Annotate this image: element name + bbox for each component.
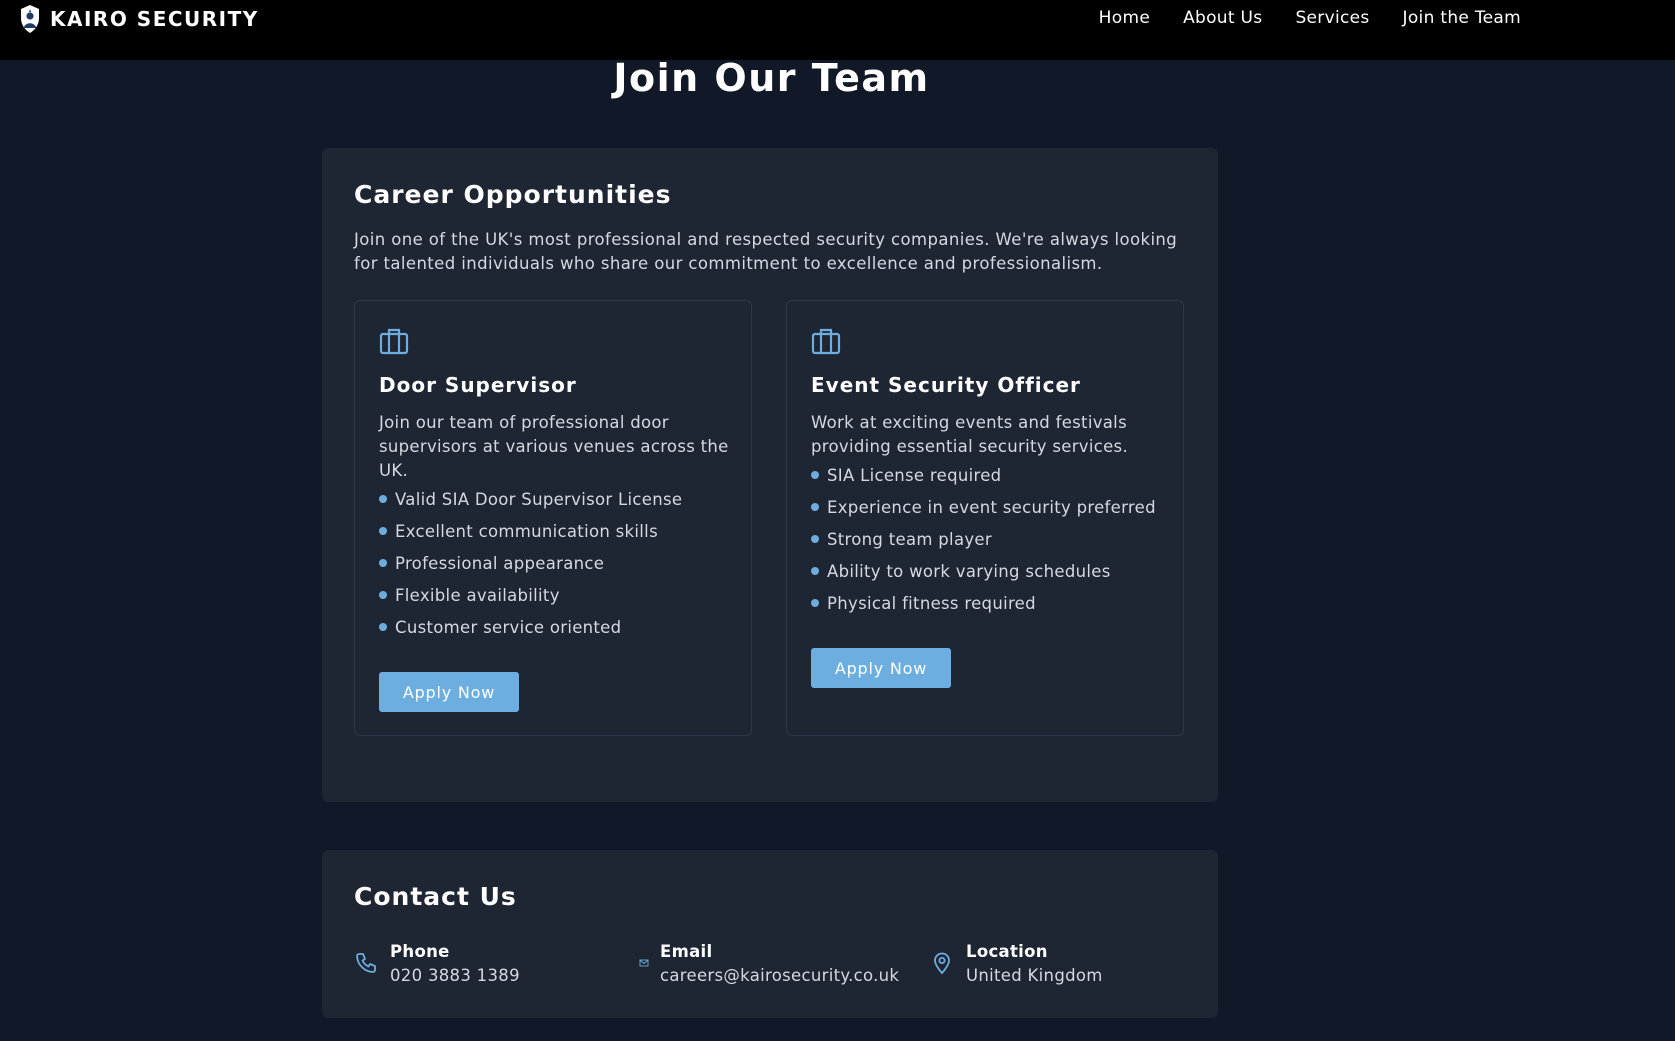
top-navbar: KAIRO SECURITY Home About Us Services Jo… (0, 0, 1675, 60)
bullet-dot (811, 471, 819, 479)
job-description: Join our team of professional door super… (379, 413, 729, 480)
list-item: Professional appearance (379, 547, 682, 579)
job-title: Door Supervisor (379, 373, 577, 397)
bullet-dot (379, 591, 387, 599)
bullet-dot (379, 559, 387, 567)
requirement-text: Customer service oriented (395, 617, 622, 637)
briefcase-icon (811, 328, 841, 355)
main-nav: Home About Us Services Join the Team (1099, 8, 1521, 28)
bullet-dot (379, 495, 387, 503)
careers-intro: Join one of the UK's most professional a… (354, 230, 1178, 273)
nav-about-us[interactable]: About Us (1183, 8, 1262, 28)
requirement-text: Excellent communication skills (395, 521, 658, 541)
job-card-event-security-officer: Event Security Officer Work at exciting … (786, 300, 1184, 736)
bullet-dot (811, 535, 819, 543)
list-item: Ability to work varying schedules (811, 555, 1156, 587)
nav-services[interactable]: Services (1295, 8, 1369, 28)
contact-label: Location (966, 942, 1048, 961)
apply-now-button[interactable]: Apply Now (811, 648, 951, 688)
contact-email-text: Email careers@kairosecurity.co.uk (660, 940, 899, 988)
requirement-text: Ability to work varying schedules (827, 561, 1111, 581)
brand[interactable]: KAIRO SECURITY (18, 4, 259, 34)
contact-phone[interactable]: Phone 020 3883 1389 (354, 940, 520, 988)
contact-label: Phone (390, 942, 450, 961)
nav-join-the-team[interactable]: Join the Team (1403, 8, 1521, 28)
requirement-text: Strong team player (827, 529, 992, 549)
bullet-dot (811, 599, 819, 607)
job-description: Work at exciting events and festivals pr… (811, 413, 1128, 456)
requirement-text: Flexible availability (395, 585, 560, 605)
shield-logo-icon (21, 5, 39, 33)
nav-home[interactable]: Home (1099, 8, 1150, 28)
list-item: Valid SIA Door Supervisor License (379, 483, 682, 515)
contact-value: 020 3883 1389 (390, 966, 520, 985)
briefcase-icon (379, 328, 409, 355)
contact-location-text: Location United Kingdom (966, 940, 1103, 988)
requirement-text: SIA License required (827, 465, 1002, 485)
brand-name: KAIRO SECURITY (50, 7, 259, 31)
list-item: Excellent communication skills (379, 515, 682, 547)
contact-label: Email (660, 942, 713, 961)
requirement-text: Valid SIA Door Supervisor License (395, 489, 683, 509)
requirements-list: SIA License required Experience in event… (811, 459, 1156, 619)
phone-icon (356, 953, 376, 973)
requirement-text: Professional appearance (395, 553, 605, 573)
contact-value: United Kingdom (966, 966, 1103, 985)
bullet-dot (811, 503, 819, 511)
requirement-text: Physical fitness required (827, 593, 1036, 613)
list-item: SIA License required (811, 459, 1156, 491)
contact-value: careers@kairosecurity.co.uk (660, 966, 900, 985)
requirement-text: Experience in event security preferred (827, 497, 1156, 517)
mail-icon (639, 959, 649, 967)
section-title: Career Opportunities (354, 180, 672, 209)
list-item: Flexible availability (379, 579, 682, 611)
career-opportunities-section: Career Opportunities Join one of the UK'… (322, 148, 1218, 802)
contact-phone-text: Phone 020 3883 1389 (390, 940, 520, 988)
apply-now-button[interactable]: Apply Now (379, 672, 519, 712)
map-pin-icon (934, 952, 950, 975)
list-item: Strong team player (811, 523, 1156, 555)
list-item: Physical fitness required (811, 587, 1156, 619)
section-title: Contact Us (354, 882, 517, 911)
list-item: Experience in event security preferred (811, 491, 1156, 523)
bullet-dot (379, 623, 387, 631)
job-title: Event Security Officer (811, 373, 1081, 397)
bullet-dot (379, 527, 387, 535)
contact-section: Contact Us Phone 020 3883 1389 Email car… (322, 850, 1218, 1018)
requirements-list: Valid SIA Door Supervisor License Excell… (379, 483, 682, 643)
contact-email[interactable]: Email careers@kairosecurity.co.uk (639, 940, 899, 988)
contact-location[interactable]: Location United Kingdom (930, 940, 1103, 988)
bullet-dot (811, 567, 819, 575)
page-title: Join Our Team (613, 56, 930, 100)
job-card-door-supervisor: Door Supervisor Join our team of profess… (354, 300, 752, 736)
list-item: Customer service oriented (379, 611, 682, 643)
